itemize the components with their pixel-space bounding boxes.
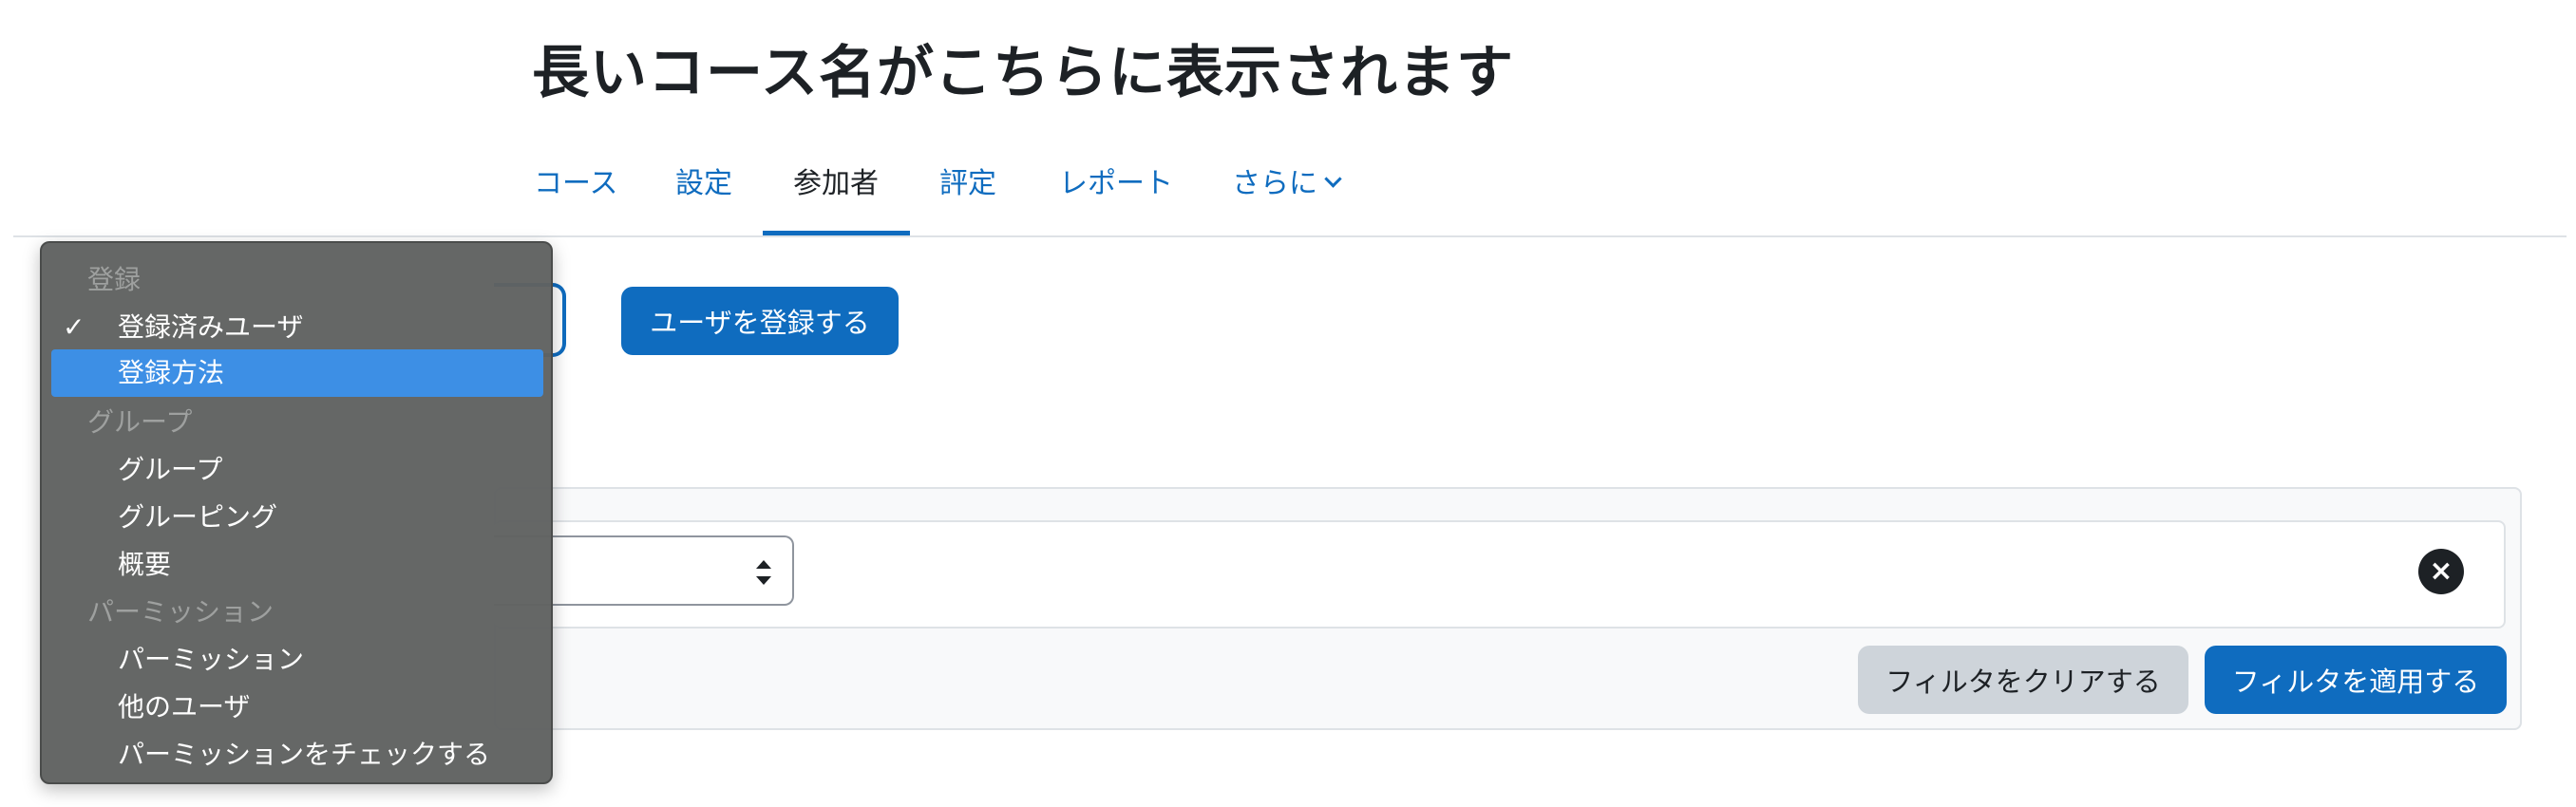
group-label-permissions: パーミッション (87, 596, 275, 628)
course-nav: コース 設定 参加者 評定 レポート さらに (0, 0, 2576, 237)
tab-grades[interactable]: 評定 (939, 160, 996, 201)
remove-filter-icon[interactable]: × (2418, 549, 2464, 594)
tab-participants[interactable]: 参加者 (793, 160, 879, 201)
apply-filters-button[interactable]: フィルタを適用する (2205, 646, 2507, 714)
option-permissions[interactable]: パーミッション (42, 636, 551, 684)
option-overview[interactable]: 概要 (42, 541, 551, 589)
clear-filters-button[interactable]: フィルタをクリアする (1858, 646, 2188, 714)
option-check-permissions[interactable]: パーミッションをチェックする (42, 731, 551, 779)
tab-reports[interactable]: レポート (1059, 160, 1173, 201)
group-label-enrolment: 登録 (87, 264, 142, 295)
option-enrolled-users[interactable]: ✓ 登録済みユーザ (42, 304, 551, 351)
option-other-users[interactable]: 他のユーザ (42, 684, 551, 731)
enrol-users-button[interactable]: ユーザを登録する (621, 287, 899, 355)
option-groupings[interactable]: グルーピング (42, 494, 551, 541)
chevron-down-icon (1324, 170, 1342, 188)
option-enrolment-methods[interactable]: 登録方法 (51, 349, 543, 397)
option-label: 登録済みユーザ (118, 311, 304, 343)
tab-more-label: さらに (1232, 167, 1317, 200)
check-icon: ✓ (63, 311, 85, 343)
tertiary-nav-dropdown: 登録 ✓ 登録済みユーザ 登録方法 グループ グループ グルーピング 概要 パー… (40, 241, 553, 784)
group-label-groups: グループ (87, 406, 193, 438)
tab-course[interactable]: コース (534, 160, 618, 201)
select-arrows-icon (756, 560, 771, 585)
option-groups[interactable]: グループ (42, 446, 551, 494)
tab-settings[interactable]: 設定 (675, 160, 732, 201)
nav-divider (13, 235, 2567, 237)
filter-row (494, 520, 2506, 629)
tab-more[interactable]: さらに (1232, 160, 1342, 201)
